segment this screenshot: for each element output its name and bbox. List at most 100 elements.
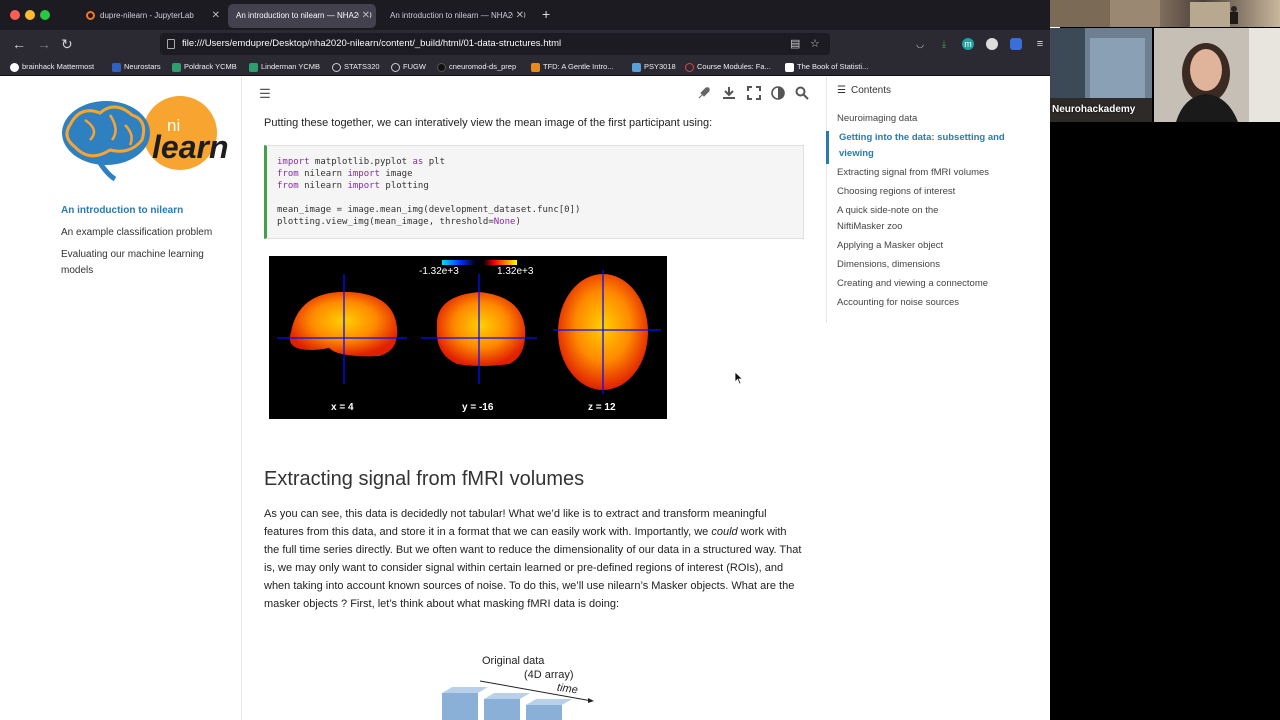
- toc-item-extracting-signal[interactable]: Extracting signal from fMRI volumes: [837, 165, 1027, 181]
- fullscreen-icon[interactable]: [746, 86, 762, 102]
- bookmark-item[interactable]: Neurostars: [112, 60, 161, 74]
- intro-paragraph: Putting these together, we can interativ…: [264, 117, 713, 129]
- close-tab-icon[interactable]: ✕: [512, 4, 524, 28]
- forward-arrow-icon[interactable]: →: [37, 35, 51, 53]
- reload-icon[interactable]: ↻: [61, 35, 73, 53]
- x-coordinate-label: x = 4: [331, 402, 354, 413]
- book-icon: [785, 62, 794, 72]
- video-tile-room: [1050, 0, 1280, 27]
- toc-item-neuroimaging-data[interactable]: Neuroimaging data: [837, 111, 1027, 127]
- github-icon: [437, 62, 446, 72]
- bookmark-item[interactable]: STATS320: [332, 60, 380, 74]
- download-icon[interactable]: [721, 86, 737, 102]
- nilearn-logo-graphic: ni learn: [62, 96, 228, 182]
- nilearn-logo[interactable]: ni learn: [60, 95, 235, 185]
- browser-window: dupre-nilearn - JupyterLab ✕ An introduc…: [0, 0, 1050, 720]
- bookmark-item[interactable]: PSY3018: [632, 60, 676, 74]
- toc-item-getting-into-data[interactable]: Getting into the data: subsetting and vi…: [839, 130, 1014, 162]
- new-tab-button[interactable]: +: [542, 6, 550, 22]
- bookmark-item[interactable]: cneuromod-ds_prep: [437, 60, 516, 74]
- bookmark-item[interactable]: The Book of Statisti...: [785, 60, 868, 74]
- bookmark-item[interactable]: Poldrack YCMB: [172, 60, 237, 74]
- ycmb-icon: [249, 62, 258, 72]
- tab-bar: dupre-nilearn - JupyterLab ✕ An introduc…: [0, 0, 1050, 30]
- sidebar-item-introduction[interactable]: An introduction to nilearn: [61, 203, 231, 219]
- bookmark-star-icon[interactable]: ☆: [810, 38, 822, 50]
- globe-icon: [391, 62, 400, 72]
- url-text: file:///Users/emdupre/Desktop/nha2020-ni…: [182, 38, 562, 49]
- tab-jupyterlab[interactable]: dupre-nilearn - JupyterLab ✕: [78, 4, 226, 28]
- bookmark-item[interactable]: brainhack Mattermost: [10, 60, 94, 74]
- tfd-icon: [531, 62, 540, 72]
- sidebar-item-evaluating[interactable]: Evaluating our machine learning models: [61, 247, 221, 279]
- bookmark-item[interactable]: Linderman YCMB: [249, 60, 320, 74]
- close-tab-icon[interactable]: ✕: [212, 4, 220, 28]
- table-of-contents: ☰ Contents Neuroimaging data Getting into…: [826, 77, 1050, 323]
- bookmark-item[interactable]: FUGW: [391, 60, 426, 74]
- list-icon: ☰: [837, 85, 846, 96]
- extension-m-icon[interactable]: m: [962, 38, 974, 50]
- web-page: ni learn An introduction to nilearn An e…: [0, 77, 1050, 720]
- globe-icon: [332, 62, 341, 72]
- course-icon: [685, 62, 694, 72]
- minimize-window-button[interactable]: [25, 10, 35, 20]
- jupyter-icon: [86, 11, 95, 21]
- pocket-icon[interactable]: ◡: [914, 38, 926, 50]
- toc-item-connectome[interactable]: Creating and viewing a connectome: [837, 276, 1027, 292]
- toc-header: ☰ Contents: [837, 85, 891, 96]
- bookmark-item[interactable]: Course Modules: Fa...: [685, 60, 771, 74]
- mean-image-figure[interactable]: -1.32e+3 1.32e+3 x = 4 y = -16 z = 12: [269, 256, 667, 419]
- mattermost-icon: [10, 62, 19, 72]
- room-video-graphic: [1050, 0, 1238, 27]
- zoom-window-button[interactable]: [40, 10, 50, 20]
- body-paragraph: As you can see, this data is decidedly n…: [264, 508, 802, 610]
- toc-item-dimensions[interactable]: Dimensions, dimensions: [837, 257, 1027, 273]
- extension-icon[interactable]: [986, 38, 998, 50]
- url-bar[interactable]: file:///Users/emdupre/Desktop/nha2020-ni…: [160, 33, 830, 55]
- code-cell[interactable]: import matplotlib.pyplot as plt from nil…: [264, 145, 804, 239]
- close-window-button[interactable]: [10, 10, 20, 20]
- screen: dupre-nilearn - JupyterLab ✕ An introduc…: [0, 0, 1280, 720]
- speaker-video-graphic: [1154, 28, 1280, 122]
- logo-learn-text: learn: [152, 129, 228, 165]
- close-tab-icon[interactable]: ✕: [358, 4, 370, 28]
- navigation-bar: ← → ↻ file:///Users/emdupre/Desktop/nha2…: [0, 30, 1050, 58]
- bookmarks-bar: brainhack Mattermost Neurostars Poldrack…: [0, 58, 1050, 76]
- toc-item-choosing-regions[interactable]: Choosing regions of interest: [837, 184, 1027, 200]
- page-icon: [167, 39, 175, 49]
- colorbar: [442, 260, 517, 265]
- bookmark-item[interactable]: TFD: A Gentle Intro...: [531, 60, 613, 74]
- theme-toggle-icon[interactable]: [770, 86, 786, 102]
- colorbar-max-label: 1.32e+3: [497, 266, 534, 277]
- toc-active-indicator: [826, 131, 829, 164]
- launch-rocket-icon[interactable]: [696, 86, 712, 102]
- coronal-slice: [436, 292, 526, 366]
- video-tile-speaker: [1154, 28, 1280, 122]
- search-icon[interactable]: [794, 86, 810, 102]
- psy-icon: [632, 62, 641, 72]
- tab-label: An introduction to nilearn — NHA2020: [390, 11, 526, 20]
- toc-item-niftimasker-zoo[interactable]: A quick side-note on the NiftiMasker zoo: [837, 203, 977, 235]
- participant-name-label: Neurohackademy: [1052, 104, 1136, 115]
- menu-icon[interactable]: ≡: [1034, 38, 1046, 50]
- neurostars-icon: [112, 62, 121, 72]
- toc-item-noise-sources[interactable]: Accounting for noise sources: [837, 295, 1027, 311]
- sidebar-item-classification[interactable]: An example classification problem: [61, 225, 231, 241]
- menu-toggle-icon[interactable]: ☰: [257, 86, 273, 102]
- brain-slices-graphic: [277, 260, 661, 394]
- toc-item-applying-masker[interactable]: Applying a Masker object: [837, 238, 1027, 254]
- tab-label: An introduction to nilearn — NHA2020: [236, 11, 372, 20]
- tab-label: dupre-nilearn - JupyterLab: [100, 11, 194, 20]
- back-arrow-icon[interactable]: ←: [12, 35, 26, 53]
- z-coordinate-label: z = 12: [588, 402, 616, 413]
- downloads-icon[interactable]: ⤓: [938, 38, 950, 50]
- tab-nilearn-2[interactable]: An introduction to nilearn — NHA2020 ✕: [382, 4, 530, 28]
- y-coordinate-label: y = -16: [462, 402, 494, 413]
- ycmb-icon: [172, 62, 181, 72]
- toc-title: Contents: [850, 85, 891, 96]
- reader-view-icon[interactable]: ▤: [790, 38, 802, 50]
- shield-extension-icon[interactable]: [1010, 38, 1022, 50]
- sidebar: ni learn An introduction to nilearn An e…: [0, 77, 242, 720]
- tab-nilearn-active[interactable]: An introduction to nilearn — NHA2020 ✕: [228, 4, 376, 28]
- colorbar-min-label: -1.32e+3: [419, 266, 459, 277]
